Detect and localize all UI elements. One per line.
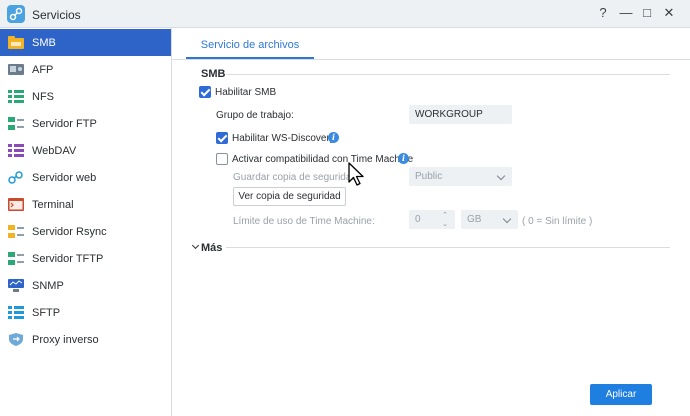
sidebar-item-label: WebDAV <box>32 145 77 157</box>
time-machine-limit-label: Límite de uso de Time Machine: <box>233 216 375 227</box>
help-icon[interactable]: ? <box>596 6 610 20</box>
sidebar-item-afp[interactable]: AFP <box>0 56 171 83</box>
nfs-icon <box>8 90 24 103</box>
apply-button[interactable]: Aplicar <box>590 384 652 405</box>
sidebar-item-label: Servidor Rsync <box>32 226 107 238</box>
tftp-icon <box>8 252 24 265</box>
section-divider <box>226 74 670 75</box>
services-app-icon <box>7 5 25 23</box>
title-bar: Servicios ? — □ ✕ <box>0 0 690 28</box>
section-divider <box>226 247 670 248</box>
workgroup-label: Grupo de trabajo: <box>216 110 294 121</box>
time-machine-limit-input[interactable]: 0 ⌃ ⌄ <box>409 210 455 229</box>
sidebar: SMB AFP NFS Servidor FTP WebDAV Servidor… <box>0 28 172 416</box>
time-machine-label: Activar compatibilidad con Time Machine <box>232 154 414 165</box>
sidebar-item-nfs[interactable]: NFS <box>0 83 171 110</box>
limit-note: ( 0 = Sin límite ) <box>522 216 593 227</box>
maximize-icon[interactable]: □ <box>640 6 654 20</box>
time-machine-info-icon[interactable]: i <box>398 153 409 164</box>
minimize-icon[interactable]: — <box>619 6 633 20</box>
time-machine-checkbox[interactable] <box>216 153 228 165</box>
ftp-icon <box>8 117 24 130</box>
sidebar-item-label: Terminal <box>32 199 74 211</box>
sidebar-item-reverse-proxy[interactable]: Proxy inverso <box>0 326 171 353</box>
sidebar-item-terminal[interactable]: Terminal <box>0 191 171 218</box>
sidebar-item-snmp[interactable]: SNMP <box>0 272 171 299</box>
sidebar-item-label: Servidor web <box>32 172 97 184</box>
afp-icon <box>8 64 24 75</box>
stepper-down-icon[interactable]: ⌄ <box>442 215 448 234</box>
sidebar-item-webdav[interactable]: WebDAV <box>0 137 171 164</box>
sidebar-item-label: Proxy inverso <box>32 334 99 346</box>
more-section-title[interactable]: Más <box>201 242 222 254</box>
sidebar-item-label: Servidor TFTP <box>32 253 104 265</box>
more-chevron-icon[interactable] <box>191 241 200 251</box>
web-server-icon <box>8 171 23 184</box>
ws-discovery-label: Habilitar WS-Discovery <box>232 133 335 144</box>
limit-unit-select[interactable]: GB <box>461 210 518 229</box>
sidebar-item-label: SFTP <box>32 307 61 319</box>
sftp-icon <box>8 306 24 319</box>
sidebar-item-label: Servidor FTP <box>32 118 97 130</box>
webdav-icon <box>8 144 24 157</box>
reverse-proxy-shield-icon <box>9 333 23 346</box>
snmp-icon <box>8 279 24 292</box>
limit-unit-value: GB <box>467 214 482 225</box>
sidebar-item-web-server[interactable]: Servidor web <box>0 164 171 191</box>
sidebar-item-smb[interactable]: SMB <box>0 29 171 56</box>
backup-destination-select[interactable]: Public <box>409 167 512 186</box>
close-icon[interactable]: ✕ <box>662 6 676 20</box>
view-backup-button[interactable]: Ver copia de seguridad <box>233 187 346 206</box>
sidebar-item-label: SNMP <box>32 280 64 292</box>
backup-destination-label: Guardar copia de seguridad <box>233 172 357 183</box>
sidebar-item-tftp[interactable]: Servidor TFTP <box>0 245 171 272</box>
rsync-icon <box>8 225 24 238</box>
sidebar-item-label: NFS <box>32 91 54 103</box>
sidebar-item-label: SMB <box>32 37 56 49</box>
window-title: Servicios <box>32 8 81 22</box>
tab-divider <box>172 59 690 60</box>
smb-section-title: SMB <box>201 68 226 80</box>
terminal-icon <box>8 198 24 211</box>
sidebar-item-sftp[interactable]: SFTP <box>0 299 171 326</box>
smb-folder-icon <box>8 36 24 49</box>
sidebar-item-label: AFP <box>32 64 54 76</box>
enable-smb-checkbox[interactable] <box>199 86 211 98</box>
ws-discovery-info-icon[interactable]: i <box>328 132 339 143</box>
enable-smb-label: Habilitar SMB <box>215 87 277 98</box>
sidebar-item-ftp[interactable]: Servidor FTP <box>0 110 171 137</box>
chevron-down-icon <box>502 214 512 224</box>
tab-file-service[interactable]: Servicio de archivos <box>186 33 314 58</box>
workgroup-input[interactable]: WORKGROUP <box>409 105 512 124</box>
limit-value: 0 <box>415 214 421 225</box>
ws-discovery-checkbox[interactable] <box>216 132 228 144</box>
sidebar-item-rsync[interactable]: Servidor Rsync <box>0 218 171 245</box>
mouse-cursor-icon <box>348 162 364 186</box>
backup-destination-value: Public <box>415 171 443 182</box>
chevron-down-icon <box>496 171 506 181</box>
